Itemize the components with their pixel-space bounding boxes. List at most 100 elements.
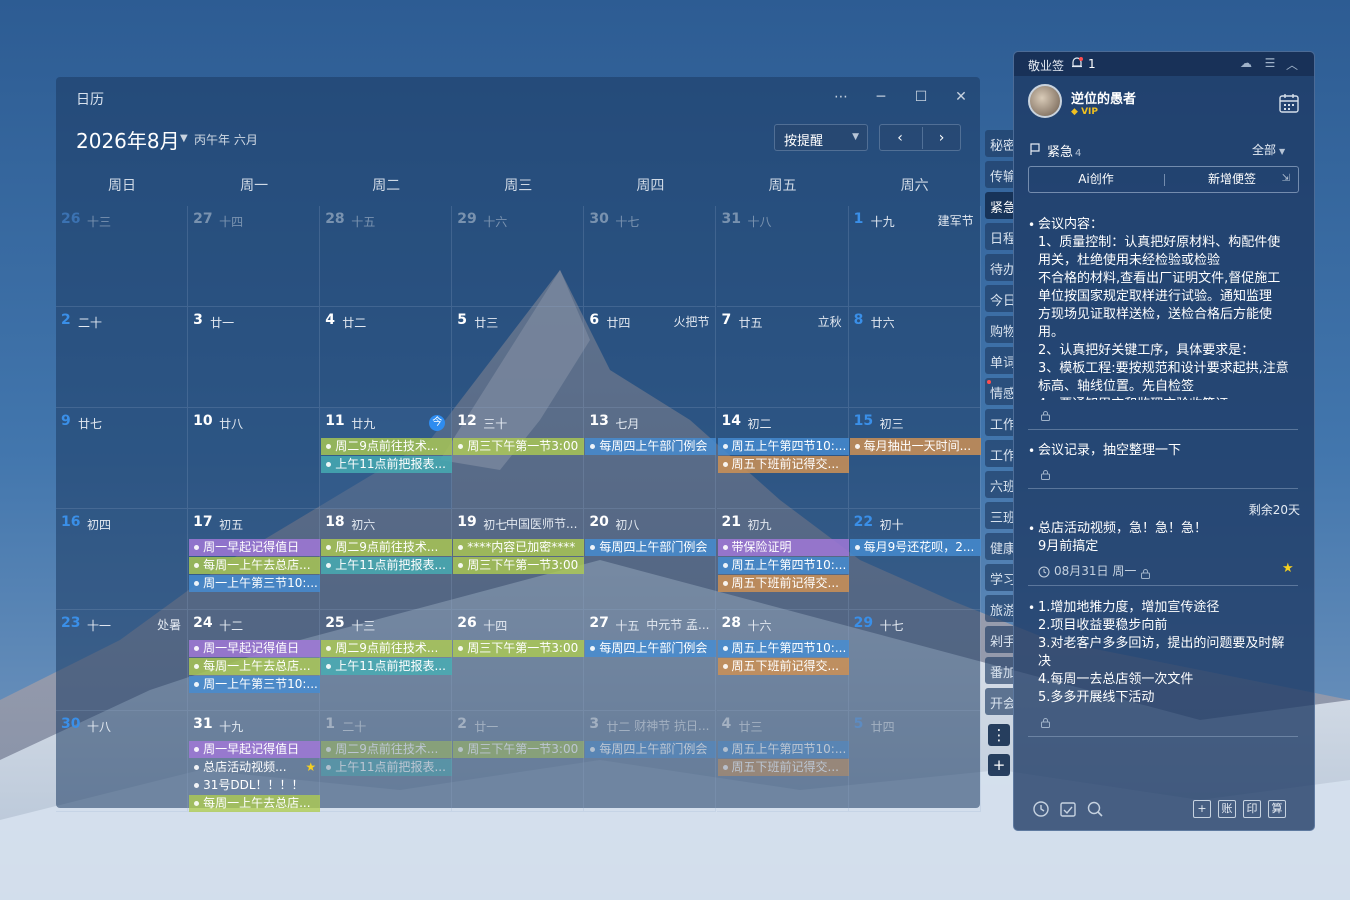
day-cell[interactable]: 24 十二 周一早起记得值日 每周一上午去总店... 周一上午第三节10:... (188, 610, 321, 711)
day-cell[interactable]: 11 廿九 今周二9点前往技术... 上午11点前把报表... (320, 408, 453, 509)
day-cell[interactable]: 2 二十 (56, 307, 189, 408)
menu-icon[interactable]: ☰ (1262, 56, 1278, 72)
category-tab[interactable]: 秘密 (985, 130, 1013, 157)
category-tab[interactable]: 情感 (985, 378, 1013, 405)
category-tab[interactable]: 购物 (985, 316, 1013, 343)
day-cell[interactable]: 14 初二 周五上午第四节10:... 周五下班前记得交... (716, 408, 849, 509)
category-tab[interactable]: 单词 (985, 347, 1013, 374)
calendar-event[interactable]: 周一上午第三节10:... (189, 676, 321, 693)
calendar-event[interactable]: 每周四上午部门例会 (585, 741, 717, 758)
day-cell[interactable]: 5 廿三 (452, 307, 585, 408)
category-tab[interactable]: 剁手 (985, 626, 1013, 653)
calendar-event[interactable]: 周一早起记得值日 (189, 741, 321, 758)
day-cell[interactable]: 28 十六 周五上午第四节10:... 周五下班前记得交... (716, 610, 849, 711)
maximize-icon[interactable]: ☐ (911, 87, 931, 107)
day-cell[interactable]: 15 初三 每月抽出一天时间... (848, 408, 981, 509)
search-icon[interactable] (1086, 800, 1104, 818)
calendar-event[interactable]: 周五下班前记得交... (717, 456, 849, 473)
check-calendar-icon[interactable] (1059, 800, 1077, 818)
category-label[interactable]: 紧急 4 (1047, 141, 1081, 160)
category-tab[interactable]: 传输 (985, 161, 1013, 188)
cloud-sync-icon[interactable]: ☁ (1238, 56, 1254, 72)
month-title[interactable]: 2026年8月 (76, 125, 180, 154)
note-item[interactable]: • 1.增加地推力度，增加宣传途径 2.项目收益要稳步向前 3.对老客户多多回访，提出… (1028, 599, 1300, 707)
filter-dropdown[interactable]: 全部 ▼ (1252, 141, 1285, 158)
ledger-icon[interactable]: 账 (1218, 800, 1236, 818)
day-cell[interactable]: 23 十一 处暑 (56, 610, 189, 711)
category-tab[interactable]: 三班 (985, 502, 1013, 529)
day-cell[interactable]: 31 十九 周一早起记得值日 总店活动视频... ★ 31号DDL！！！！ 每周一上午去总店… (188, 711, 321, 812)
calendar-event[interactable]: 周二9点前往技术... (321, 438, 453, 455)
calendar-event[interactable]: 周二9点前往技术... (321, 539, 453, 556)
day-cell[interactable]: 13 七月 每周四上午部门例会 (584, 408, 717, 509)
calendar-event[interactable]: 周一上午第三节10:... (189, 575, 321, 592)
calendar-titlebar[interactable]: 日历 ⋯ ─ ☐ ✕ (56, 77, 980, 117)
category-tab[interactable]: 六班 (985, 471, 1013, 498)
day-cell[interactable]: 17 初五 周一早起记得值日 每周一上午去总店... 周一上午第三节10:... (188, 509, 321, 610)
calendar-event[interactable]: 上午11点前把报表... (321, 658, 453, 675)
calendar-event[interactable]: 上午11点前把报表... (321, 759, 453, 776)
day-cell[interactable]: 25 十三 周二9点前往技术... 上午11点前把报表... (320, 610, 453, 711)
category-tab[interactable]: 番加 (985, 657, 1013, 684)
day-cell[interactable]: 1 二十 周二9点前往技术... 上午11点前把报表... (320, 711, 453, 812)
minimize-icon[interactable]: ─ (871, 87, 891, 107)
day-cell[interactable]: 3 廿二 财神节 抗日... 每周四上午部门例会 (584, 711, 717, 812)
calendar-event[interactable]: 每周一上午去总店... (189, 795, 321, 812)
calendar-event[interactable]: 周三下午第一节3:00 (453, 640, 585, 657)
collapse-icon[interactable]: ︿ (1284, 56, 1300, 72)
day-cell[interactable]: 20 初八 每周四上午部门例会 (584, 509, 717, 610)
note-item[interactable]: • 会议记录，抽空整理一下 (1028, 442, 1300, 460)
calendar-event[interactable]: 周五下班前记得交... (717, 575, 849, 592)
category-tab[interactable]: 日程 (985, 223, 1013, 250)
day-cell[interactable]: 27 十五 中元节 孟... 每周四上午部门例会 (584, 610, 717, 711)
note-item[interactable]: • 总店活动视频，急！急！急！ 9月前搞定 (1028, 520, 1300, 556)
calendar-event[interactable]: 每周一上午去总店... (189, 557, 321, 574)
day-cell[interactable]: 4 廿三 周五上午第四节10:... 周五下班前记得交... (716, 711, 849, 812)
notes-topbar[interactable]: 敬业签 1 ☁ ☰ ︿ (1014, 52, 1314, 76)
calendar-event[interactable]: 周三下午第一节3:00 (453, 438, 585, 455)
day-cell[interactable]: 22 初十 每月9号还花呗，2... (848, 509, 981, 610)
calendar-event[interactable]: 周一早起记得值日 (189, 640, 321, 657)
day-cell[interactable]: 30 十八 (56, 711, 189, 812)
month-caret-icon[interactable]: ▼ (180, 133, 188, 144)
username[interactable]: 逆位的愚者 (1071, 88, 1136, 107)
note-item[interactable]: • 会议内容： 1、质量控制：认真把好原材料、构配件使 用关，杜绝使用未经检验或检验不… (1028, 216, 1300, 400)
bell-icon[interactable] (1070, 56, 1084, 70)
expand-icon[interactable]: ⇲ (1282, 173, 1290, 184)
more-tabs-button[interactable]: ⋮ (988, 724, 1010, 746)
day-cell[interactable]: 12 三十 周三下午第一节3:00 (452, 408, 585, 509)
day-cell[interactable]: 16 初四 (56, 509, 189, 610)
calendar-event[interactable]: 每月9号还花呗，2... (849, 539, 981, 556)
calendar-event[interactable]: 周三下午第一节3:00 (453, 557, 585, 574)
calendar-event[interactable]: 周五下班前记得交... (717, 658, 849, 675)
calendar-event[interactable]: 周五上午第四节10:... (717, 557, 849, 574)
calendar-icon[interactable] (1278, 92, 1300, 114)
calendar-event[interactable]: 每周四上午部门例会 (585, 438, 717, 455)
day-cell[interactable]: 1 十九 建军节 (848, 206, 981, 307)
calendar-event[interactable]: 每周四上午部门例会 (585, 539, 717, 556)
category-tab[interactable]: 学习 (985, 564, 1013, 591)
day-cell[interactable]: 30 十七 (584, 206, 717, 307)
calendar-event[interactable]: 每周四上午部门例会 (585, 640, 717, 657)
calendar-event[interactable]: ****内容已加密**** (453, 539, 585, 556)
clock-icon[interactable] (1032, 800, 1050, 818)
category-tab[interactable]: 工作 (985, 409, 1013, 436)
day-cell[interactable]: 4 廿二 (320, 307, 453, 408)
day-cell[interactable]: 29 十七 (848, 610, 981, 711)
day-cell[interactable]: 19 初七 中国医师节... ****内容已加密**** 周三下午第一节3:00 (452, 509, 585, 610)
category-tab[interactable]: 健康 (985, 533, 1013, 560)
calendar-event[interactable]: 周五上午第四节10:... (717, 741, 849, 758)
calendar-event[interactable]: 周五上午第四节10:... (717, 640, 849, 657)
next-month-button[interactable]: › (922, 127, 960, 149)
day-cell[interactable]: 5 廿四 (848, 711, 981, 812)
day-cell[interactable]: 18 初六 周二9点前往技术... 上午11点前把报表... (320, 509, 453, 610)
day-cell[interactable]: 7 廿五 立秋 (716, 307, 849, 408)
calculator-icon[interactable]: 算 (1268, 800, 1286, 818)
category-tab[interactable]: 旅游 (985, 595, 1013, 622)
category-tab[interactable]: 工作 (985, 440, 1013, 467)
day-cell[interactable]: 9 廿七 (56, 408, 189, 509)
day-cell[interactable]: 21 初九 带保险证明 周五上午第四节10:... 周五下班前记得交... (716, 509, 849, 610)
calendar-event[interactable]: 周一早起记得值日 (189, 539, 321, 556)
calendar-event[interactable]: 31号DDL！！！！ (189, 777, 320, 794)
day-cell[interactable]: 8 廿六 (848, 307, 981, 408)
